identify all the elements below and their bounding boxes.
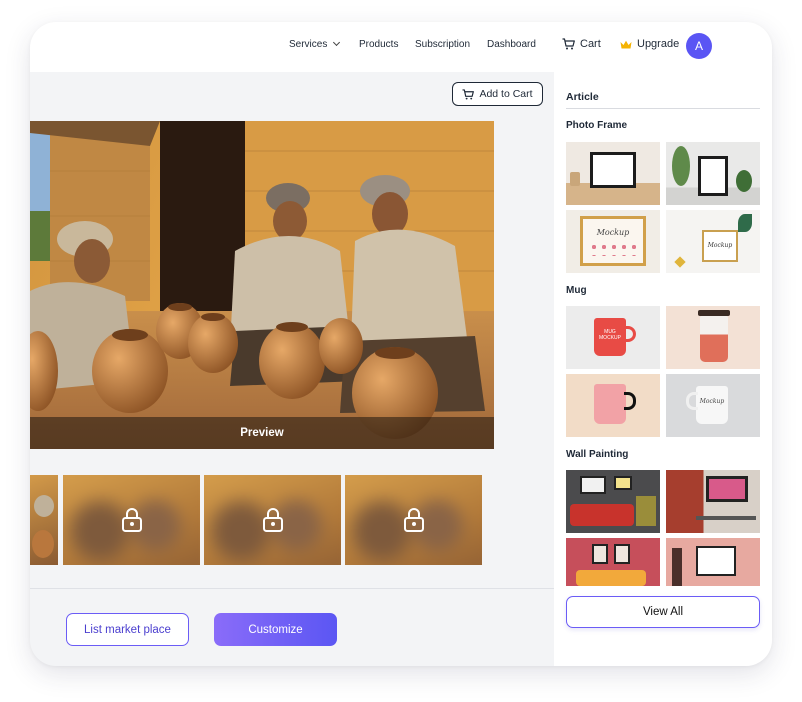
sofa-graphic bbox=[570, 504, 634, 526]
mockup-card-text: Mockup bbox=[596, 228, 630, 237]
mug-mockup-2[interactable] bbox=[666, 306, 760, 369]
painting-graphic-2 bbox=[614, 476, 632, 490]
mug-graphic: Mockup bbox=[696, 386, 728, 424]
thumbnail-1[interactable] bbox=[30, 475, 58, 565]
mug-mockup-3[interactable] bbox=[566, 374, 660, 437]
lock-icon bbox=[403, 508, 424, 532]
lock-icon bbox=[121, 508, 142, 532]
cart-icon bbox=[562, 38, 575, 50]
photo-frame-mockup-1[interactable] bbox=[566, 142, 660, 205]
plant-graphic bbox=[672, 146, 690, 186]
nav-services-label: Services bbox=[289, 39, 328, 50]
painting-graphic bbox=[696, 546, 736, 576]
nav-cart-label: Cart bbox=[580, 38, 601, 50]
add-to-cart-button[interactable]: Add to Cart bbox=[452, 82, 543, 106]
section-mug: Mug bbox=[566, 285, 587, 296]
wall-painting-mockup-2[interactable] bbox=[666, 470, 760, 533]
list-market-place-button[interactable]: List market place bbox=[66, 613, 189, 646]
plant-graphic-2 bbox=[736, 170, 752, 192]
app-window: Services Products Subscription Dashboard… bbox=[30, 22, 772, 666]
mug-graphic bbox=[594, 384, 626, 424]
star-graphic bbox=[674, 256, 686, 268]
mug-mockup-4[interactable]: Mockup bbox=[666, 374, 760, 437]
photo-frame-mockup-4[interactable]: Mockup bbox=[666, 210, 760, 273]
painting-graphic bbox=[580, 476, 606, 494]
mug-handle-graphic bbox=[686, 392, 698, 410]
section-photo-frame: Photo Frame bbox=[566, 120, 628, 131]
nav-upgrade-label: Upgrade bbox=[637, 38, 680, 50]
mug-text: Mockup bbox=[699, 398, 725, 405]
photo-frame-mockup-3[interactable]: Mockup bbox=[566, 210, 660, 273]
wall-painting-mockup-4[interactable] bbox=[666, 538, 760, 586]
mug-handle-graphic bbox=[624, 392, 636, 410]
pottery-painting bbox=[30, 121, 494, 449]
leaf-graphic bbox=[738, 214, 752, 232]
preview-label: Preview bbox=[30, 417, 494, 449]
avatar[interactable]: A bbox=[686, 33, 712, 59]
thumbnail-1-figure bbox=[34, 495, 54, 517]
mug-text: MUG MOCKUP bbox=[599, 329, 621, 341]
cart-icon bbox=[462, 88, 475, 100]
nav-dashboard[interactable]: Dashboard bbox=[487, 39, 536, 50]
coffee-cup-graphic bbox=[700, 316, 728, 362]
painting-graphic bbox=[706, 476, 748, 502]
frame-graphic bbox=[698, 156, 728, 196]
thumbnail-1-pot bbox=[32, 530, 54, 558]
wall-painting-mockup-3[interactable] bbox=[566, 538, 660, 586]
thumbnail-4-locked[interactable] bbox=[345, 475, 482, 565]
article-title: Article bbox=[566, 91, 599, 103]
candle-graphic bbox=[570, 172, 580, 186]
mug-mockup-1[interactable]: MUG MOCKUP bbox=[566, 306, 660, 369]
table-graphic bbox=[696, 516, 756, 520]
lock-icon bbox=[262, 508, 283, 532]
nav-services[interactable]: Services bbox=[289, 38, 341, 50]
mug-graphic: MUG MOCKUP bbox=[594, 318, 626, 356]
thumbnail-3-locked[interactable] bbox=[204, 475, 341, 565]
frame-graphic bbox=[590, 152, 636, 188]
lamp-graphic bbox=[672, 548, 682, 586]
thumbnail-2-locked[interactable] bbox=[63, 475, 200, 565]
nav-cart[interactable]: Cart bbox=[562, 38, 601, 50]
mug-handle-graphic bbox=[624, 326, 636, 342]
frame-graphic: Mockup bbox=[702, 230, 738, 262]
section-wall-painting: Wall Painting bbox=[566, 449, 629, 460]
chevron-down-icon bbox=[333, 38, 341, 47]
article-divider bbox=[566, 108, 760, 109]
photo-frame-mockup-2[interactable] bbox=[666, 142, 760, 205]
view-all-button[interactable]: View All bbox=[566, 596, 760, 628]
nav-upgrade[interactable]: Upgrade bbox=[620, 38, 679, 50]
preview-image: Preview bbox=[30, 121, 494, 449]
shelf-graphic bbox=[636, 496, 656, 526]
wall-painting-mockup-1[interactable] bbox=[566, 470, 660, 533]
add-to-cart-label: Add to Cart bbox=[479, 88, 533, 100]
top-navigation: Services Products Subscription Dashboard… bbox=[30, 22, 772, 72]
nav-products[interactable]: Products bbox=[359, 39, 398, 50]
crown-icon bbox=[620, 40, 632, 48]
painting-graphic-2 bbox=[614, 544, 630, 564]
flowers-graphic bbox=[589, 242, 637, 256]
sofa-graphic bbox=[576, 570, 646, 586]
frame-graphic: Mockup bbox=[580, 216, 646, 266]
divider bbox=[30, 588, 554, 589]
nav-subscription[interactable]: Subscription bbox=[415, 39, 470, 50]
customize-button[interactable]: Customize bbox=[214, 613, 337, 646]
painting-graphic bbox=[592, 544, 608, 564]
mockup-card-text: Mockup bbox=[707, 242, 733, 249]
article-panel: Article Photo Frame Mockup Mockup Mug MU… bbox=[554, 72, 772, 666]
